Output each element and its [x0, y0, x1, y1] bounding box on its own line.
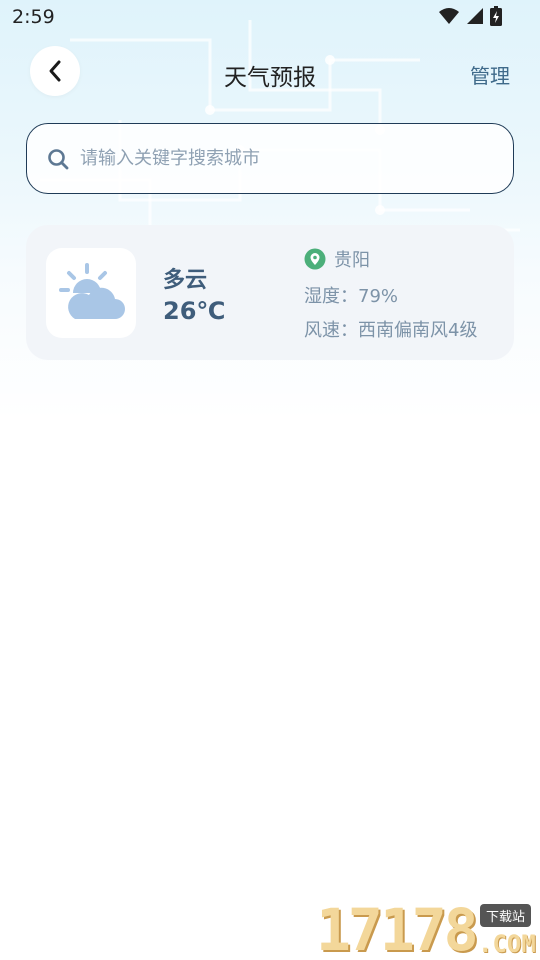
partly-cloudy-icon: [59, 263, 125, 319]
city-name: 贵阳: [334, 250, 370, 271]
signal-icon: [467, 8, 483, 24]
city-row: 贵阳: [304, 246, 370, 272]
watermark-suffix: .COM: [478, 930, 536, 958]
wind-text: 风速：西南偏南风4级: [304, 320, 478, 341]
status-icons: [438, 6, 502, 26]
temperature: 26℃: [163, 297, 226, 325]
status-time: 2:59: [12, 6, 55, 28]
search-bar[interactable]: [26, 123, 514, 194]
weather-card[interactable]: 多云 26℃ 贵阳 湿度：79% 风速：西南偏南风4级: [26, 225, 514, 360]
location-pin-icon: [304, 248, 326, 270]
manage-button[interactable]: 管理: [470, 60, 510, 89]
watermark-logo: 17178 下载站 .COM: [316, 900, 540, 960]
watermark-digits: 17178: [316, 896, 479, 960]
humidity-text: 湿度：79%: [304, 286, 399, 307]
battery-icon: [490, 6, 502, 26]
page-title: 天气预报: [224, 65, 316, 91]
wifi-icon: [439, 8, 459, 24]
watermark-tag: 下载站: [480, 904, 532, 927]
status-bar: 2:59: [0, 0, 540, 36]
weather-icon-box: [46, 248, 136, 338]
search-icon: [48, 148, 69, 169]
weather-condition: 多云: [163, 268, 208, 293]
search-input[interactable]: [80, 148, 480, 169]
